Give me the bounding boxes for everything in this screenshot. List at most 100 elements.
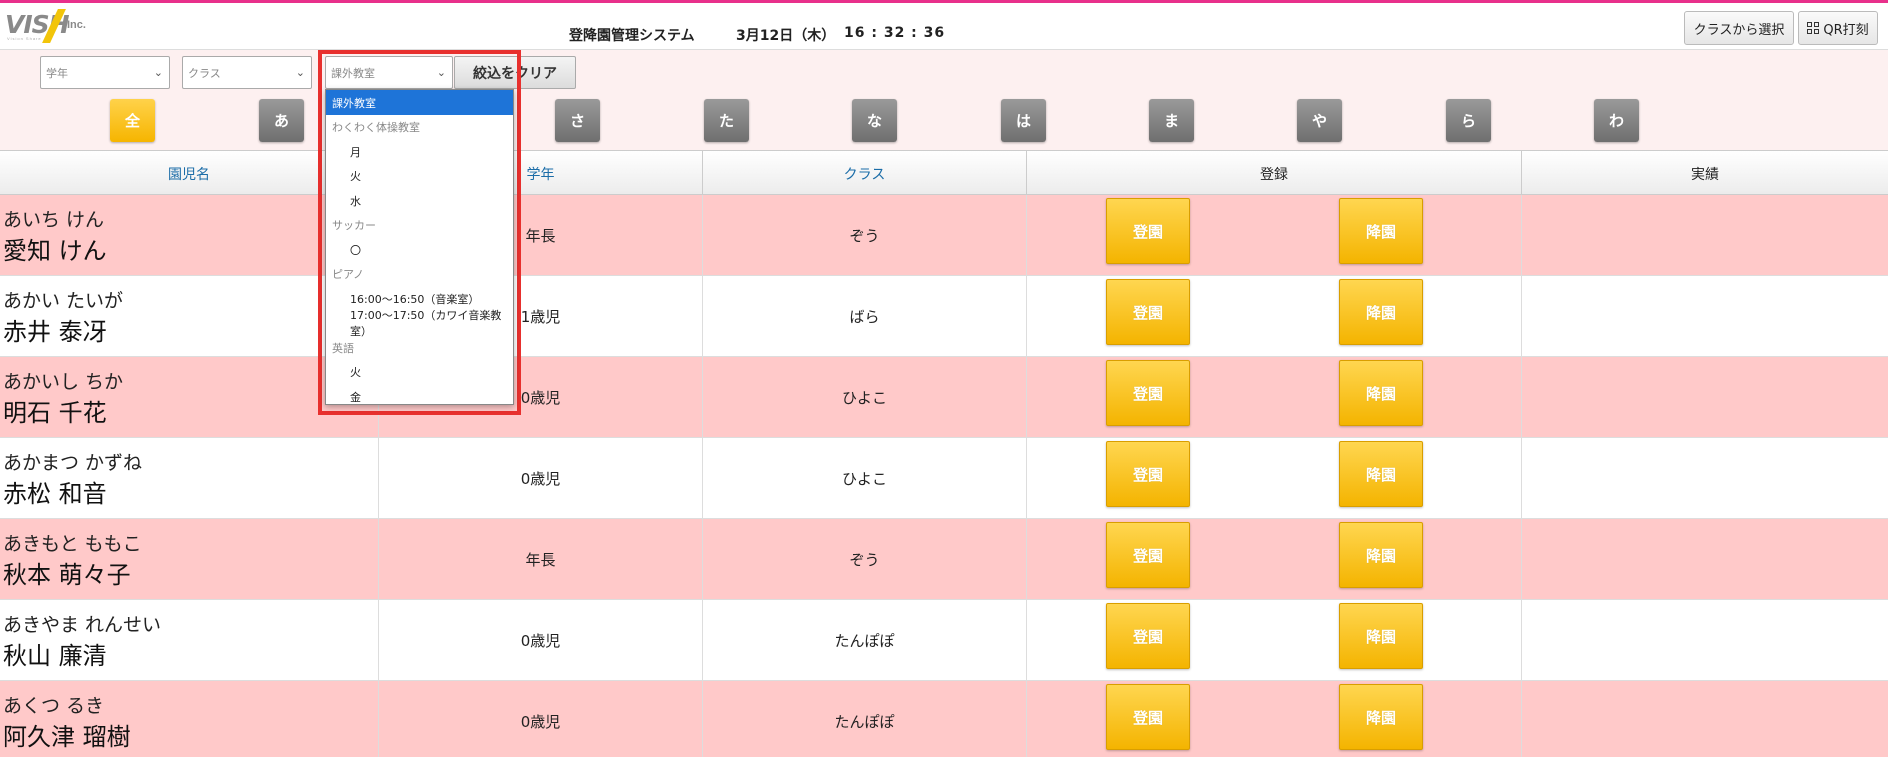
child-name-kana: あいち けん <box>3 209 105 231</box>
grade-cell: 0歳児 <box>379 681 703 757</box>
check-in-button[interactable]: 登園 <box>1106 360 1190 426</box>
dropdown-option[interactable]: 月 <box>326 139 513 164</box>
class-cell: ばら <box>703 276 1027 357</box>
dropdown-option[interactable]: 17:00～17:50（カワイ音楽教室） <box>326 309 513 338</box>
dropdown-option[interactable]: 金 <box>326 384 513 409</box>
class-cell: たんぽぽ <box>703 600 1027 681</box>
table-row: あかい たいが 赤井 泰冴 1歳児 ばら 登園 降園 <box>0 276 1888 357</box>
check-in-button[interactable]: 登園 <box>1106 441 1190 507</box>
chevron-down-icon: ⌄ <box>153 66 163 79</box>
child-name-kana: あきもと ももこ <box>3 533 142 555</box>
class-cell: ひよこ <box>703 438 1027 519</box>
child-name-kanji: 赤松 和音 <box>3 480 107 508</box>
dropdown-option[interactable]: 〇 <box>326 237 513 262</box>
child-name-kanji: 秋本 萌々子 <box>3 561 131 589</box>
kana-filter-ya[interactable]: や <box>1297 99 1342 142</box>
kana-filter-wa[interactable]: わ <box>1594 99 1639 142</box>
dropdown-group-label: わくわく体操教室 <box>332 121 420 134</box>
name-cell: あきもと ももこ秋本 萌々子 <box>0 519 379 600</box>
record-cell <box>1522 276 1888 357</box>
dropdown-group-label: ピアノ <box>332 268 365 281</box>
kana-filter-all[interactable]: 全 <box>110 99 155 142</box>
logo-subtext: Vision Share <box>7 36 42 41</box>
class-cell: ひよこ <box>703 357 1027 438</box>
record-cell <box>1522 600 1888 681</box>
kana-filter-sa[interactable]: さ <box>555 99 600 142</box>
kana-filter-a[interactable]: あ <box>259 99 304 142</box>
check-in-button[interactable]: 登園 <box>1106 198 1190 264</box>
grade-cell: 年長 <box>379 519 703 600</box>
class-select-button[interactable]: クラスから選択 <box>1684 11 1794 45</box>
child-name-kana: あかいし ちか <box>3 371 124 393</box>
class-select[interactable]: クラス ⌄ <box>182 56 312 89</box>
record-cell <box>1522 519 1888 600</box>
table-row: あくつ るき 阿久津 瑠樹 0歳児 たんぽぽ 登園 降園 <box>0 681 1888 757</box>
check-out-button[interactable]: 降園 <box>1339 360 1423 426</box>
dropdown-group-label: 英語 <box>332 341 354 355</box>
column-header-record: 実績 <box>1691 166 1719 183</box>
class-select-label: クラスから選択 <box>1693 22 1785 38</box>
child-name-kana: あくつ るき <box>3 695 105 717</box>
company-logo: VISH Inc. Vision Share <box>5 9 95 43</box>
grade-select[interactable]: 学年 ⌄ <box>40 56 170 89</box>
check-in-button[interactable]: 登園 <box>1106 522 1190 588</box>
kana-filter-ma[interactable]: ま <box>1149 99 1194 142</box>
column-header-class[interactable]: クラス <box>703 151 1027 196</box>
child-name-kanji: 愛知 けん <box>3 237 107 265</box>
table-row: あいち けん 愛知 けん 年長 ぞう 登園 降園 <box>0 195 1888 276</box>
table-header: 園児名 学年 クラス 登録 実績 <box>0 150 1888 196</box>
check-in-button[interactable]: 登園 <box>1106 279 1190 345</box>
filter-panel: 学年 ⌄ クラス ⌄ 課外教室 ⌄ 絞込をクリア 全 あ か さ た な は ま… <box>0 50 1888 150</box>
record-cell <box>1522 681 1888 757</box>
dropdown-option[interactable]: 水 <box>326 188 513 213</box>
child-name-kana: あきやま れんせい <box>3 614 162 636</box>
app-header: VISH Inc. Vision Share 登降園管理システム 3月12日（木… <box>0 3 1888 50</box>
register-cell: 登園 降園 <box>1027 681 1522 757</box>
current-date: 3月12日（木） <box>736 28 836 44</box>
dropdown-group-label: サッカー <box>332 219 376 232</box>
record-cell <box>1522 438 1888 519</box>
grade-cell: 0歳児 <box>379 438 703 519</box>
register-cell: 登園 降園 <box>1027 438 1522 519</box>
kana-filter-ta[interactable]: た <box>704 99 749 142</box>
check-out-button[interactable]: 降園 <box>1339 603 1423 669</box>
register-cell: 登園 降園 <box>1027 519 1522 600</box>
logo-inc: Inc. <box>67 19 86 31</box>
check-in-button[interactable]: 登園 <box>1106 684 1190 750</box>
record-cell <box>1522 195 1888 276</box>
child-name-kanji: 赤井 泰冴 <box>3 318 107 346</box>
app-title: 登降園管理システム <box>569 28 695 44</box>
kana-filter-ra[interactable]: ら <box>1446 99 1491 142</box>
dropdown-option[interactable]: 火 <box>326 360 513 385</box>
register-cell: 登園 降園 <box>1027 357 1522 438</box>
qr-stamp-label: QR打刻 <box>1823 22 1869 38</box>
check-out-button[interactable]: 降園 <box>1339 198 1423 264</box>
table-row: あきもと ももこ 秋本 萌々子 年長 ぞう 登園 降園 <box>0 519 1888 600</box>
class-cell: ぞう <box>703 519 1027 600</box>
kana-filter-na[interactable]: な <box>852 99 897 142</box>
register-cell: 登園 降園 <box>1027 276 1522 357</box>
child-name-kana: あかい たいが <box>3 290 124 312</box>
class-cell: たんぽぽ <box>703 681 1027 757</box>
dropdown-option-selected[interactable]: 課外教室 <box>326 90 513 115</box>
dropdown-option[interactable]: 火 <box>326 164 513 189</box>
child-name-kanji: 明石 千花 <box>3 399 107 427</box>
kana-filter-ha[interactable]: は <box>1001 99 1046 142</box>
name-cell: あかまつ かずね 赤松 和音 <box>0 438 379 519</box>
qr-stamp-button[interactable]: QR打刻 <box>1798 11 1878 45</box>
check-out-button[interactable]: 降園 <box>1339 279 1423 345</box>
table-row: あかまつ かずね 赤松 和音 0歳児 ひよこ 登園 降園 <box>0 438 1888 519</box>
record-cell <box>1522 357 1888 438</box>
table-row: あかいし ちか 明石 千花 0歳児 ひよこ 登園 降園 <box>0 357 1888 438</box>
check-out-button[interactable]: 降園 <box>1339 441 1423 507</box>
table-row: あきやま れんせい 秋山 廉清 0歳児 たんぽぽ 登園 降園 <box>0 600 1888 681</box>
column-header-register: 登録 <box>1027 151 1522 196</box>
name-cell: あきやま れんせい 秋山 廉清 <box>0 600 379 681</box>
check-in-button[interactable]: 登園 <box>1106 603 1190 669</box>
check-out-button[interactable]: 降園 <box>1339 684 1423 750</box>
current-time: 16 : 32 : 36 <box>844 25 946 41</box>
check-out-button[interactable]: 降園 <box>1339 522 1423 588</box>
class-cell: ぞう <box>703 195 1027 276</box>
extracurricular-dropdown-list: 課外教室 わくわく体操教室月火水サッカー〇ピアノ 16:00～16:50（音楽室） 1… <box>325 89 514 405</box>
qr-code-icon <box>1807 22 1820 34</box>
